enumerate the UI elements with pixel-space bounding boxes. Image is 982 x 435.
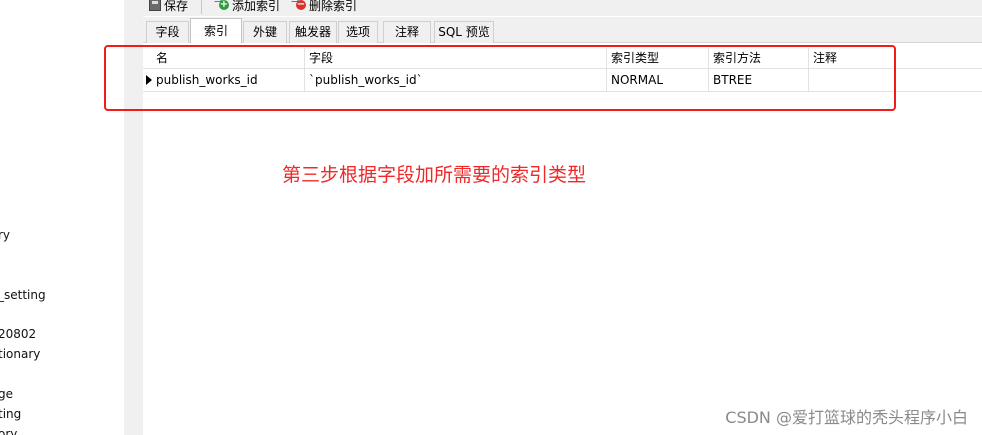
navigator-item[interactable]: ting: [0, 407, 21, 421]
delete-index-label: 删除索引: [309, 0, 358, 13]
navigator-item[interactable]: ge: [0, 387, 13, 401]
add-index-button[interactable]: 添加索引: [214, 0, 281, 14]
designer-tabs: 字段 索引 外键 触发器 选项 注释 SQL 预览: [143, 17, 982, 43]
add-index-label: 添加索引: [232, 0, 281, 13]
tab-options[interactable]: 选项: [338, 21, 378, 43]
delete-index-icon: [291, 0, 306, 12]
tab-indexes[interactable]: 索引: [190, 18, 242, 43]
watermark: CSDN @爱打篮球的秃头程序小白: [725, 408, 968, 427]
tab-fields[interactable]: 字段: [146, 21, 189, 43]
save-button[interactable]: 保存: [149, 0, 188, 14]
navigator-item[interactable]: ory: [0, 427, 17, 435]
annotation-text: 第三步根据字段加所需要的索引类型: [282, 164, 587, 186]
save-label: 保存: [164, 0, 189, 13]
toolbar: 保存 添加索引 删除索引: [143, 0, 982, 16]
tab-comments[interactable]: 注释: [383, 21, 431, 43]
navigator-item[interactable]: tionary: [0, 347, 40, 361]
toolbar-separator: [201, 0, 202, 14]
delete-index-button[interactable]: 删除索引: [291, 0, 358, 14]
navigator-item[interactable]: ry: [0, 228, 10, 242]
add-index-icon: [214, 0, 229, 12]
navigator-item[interactable]: _setting: [0, 288, 46, 302]
tab-triggers[interactable]: 触发器: [289, 21, 337, 43]
annotation-highlight-box: [104, 45, 896, 111]
navigator-item[interactable]: 20802: [0, 327, 36, 341]
save-icon: [149, 0, 161, 11]
tab-sql-preview[interactable]: SQL 预览: [434, 21, 494, 43]
tab-foreign-keys[interactable]: 外键: [243, 21, 287, 43]
